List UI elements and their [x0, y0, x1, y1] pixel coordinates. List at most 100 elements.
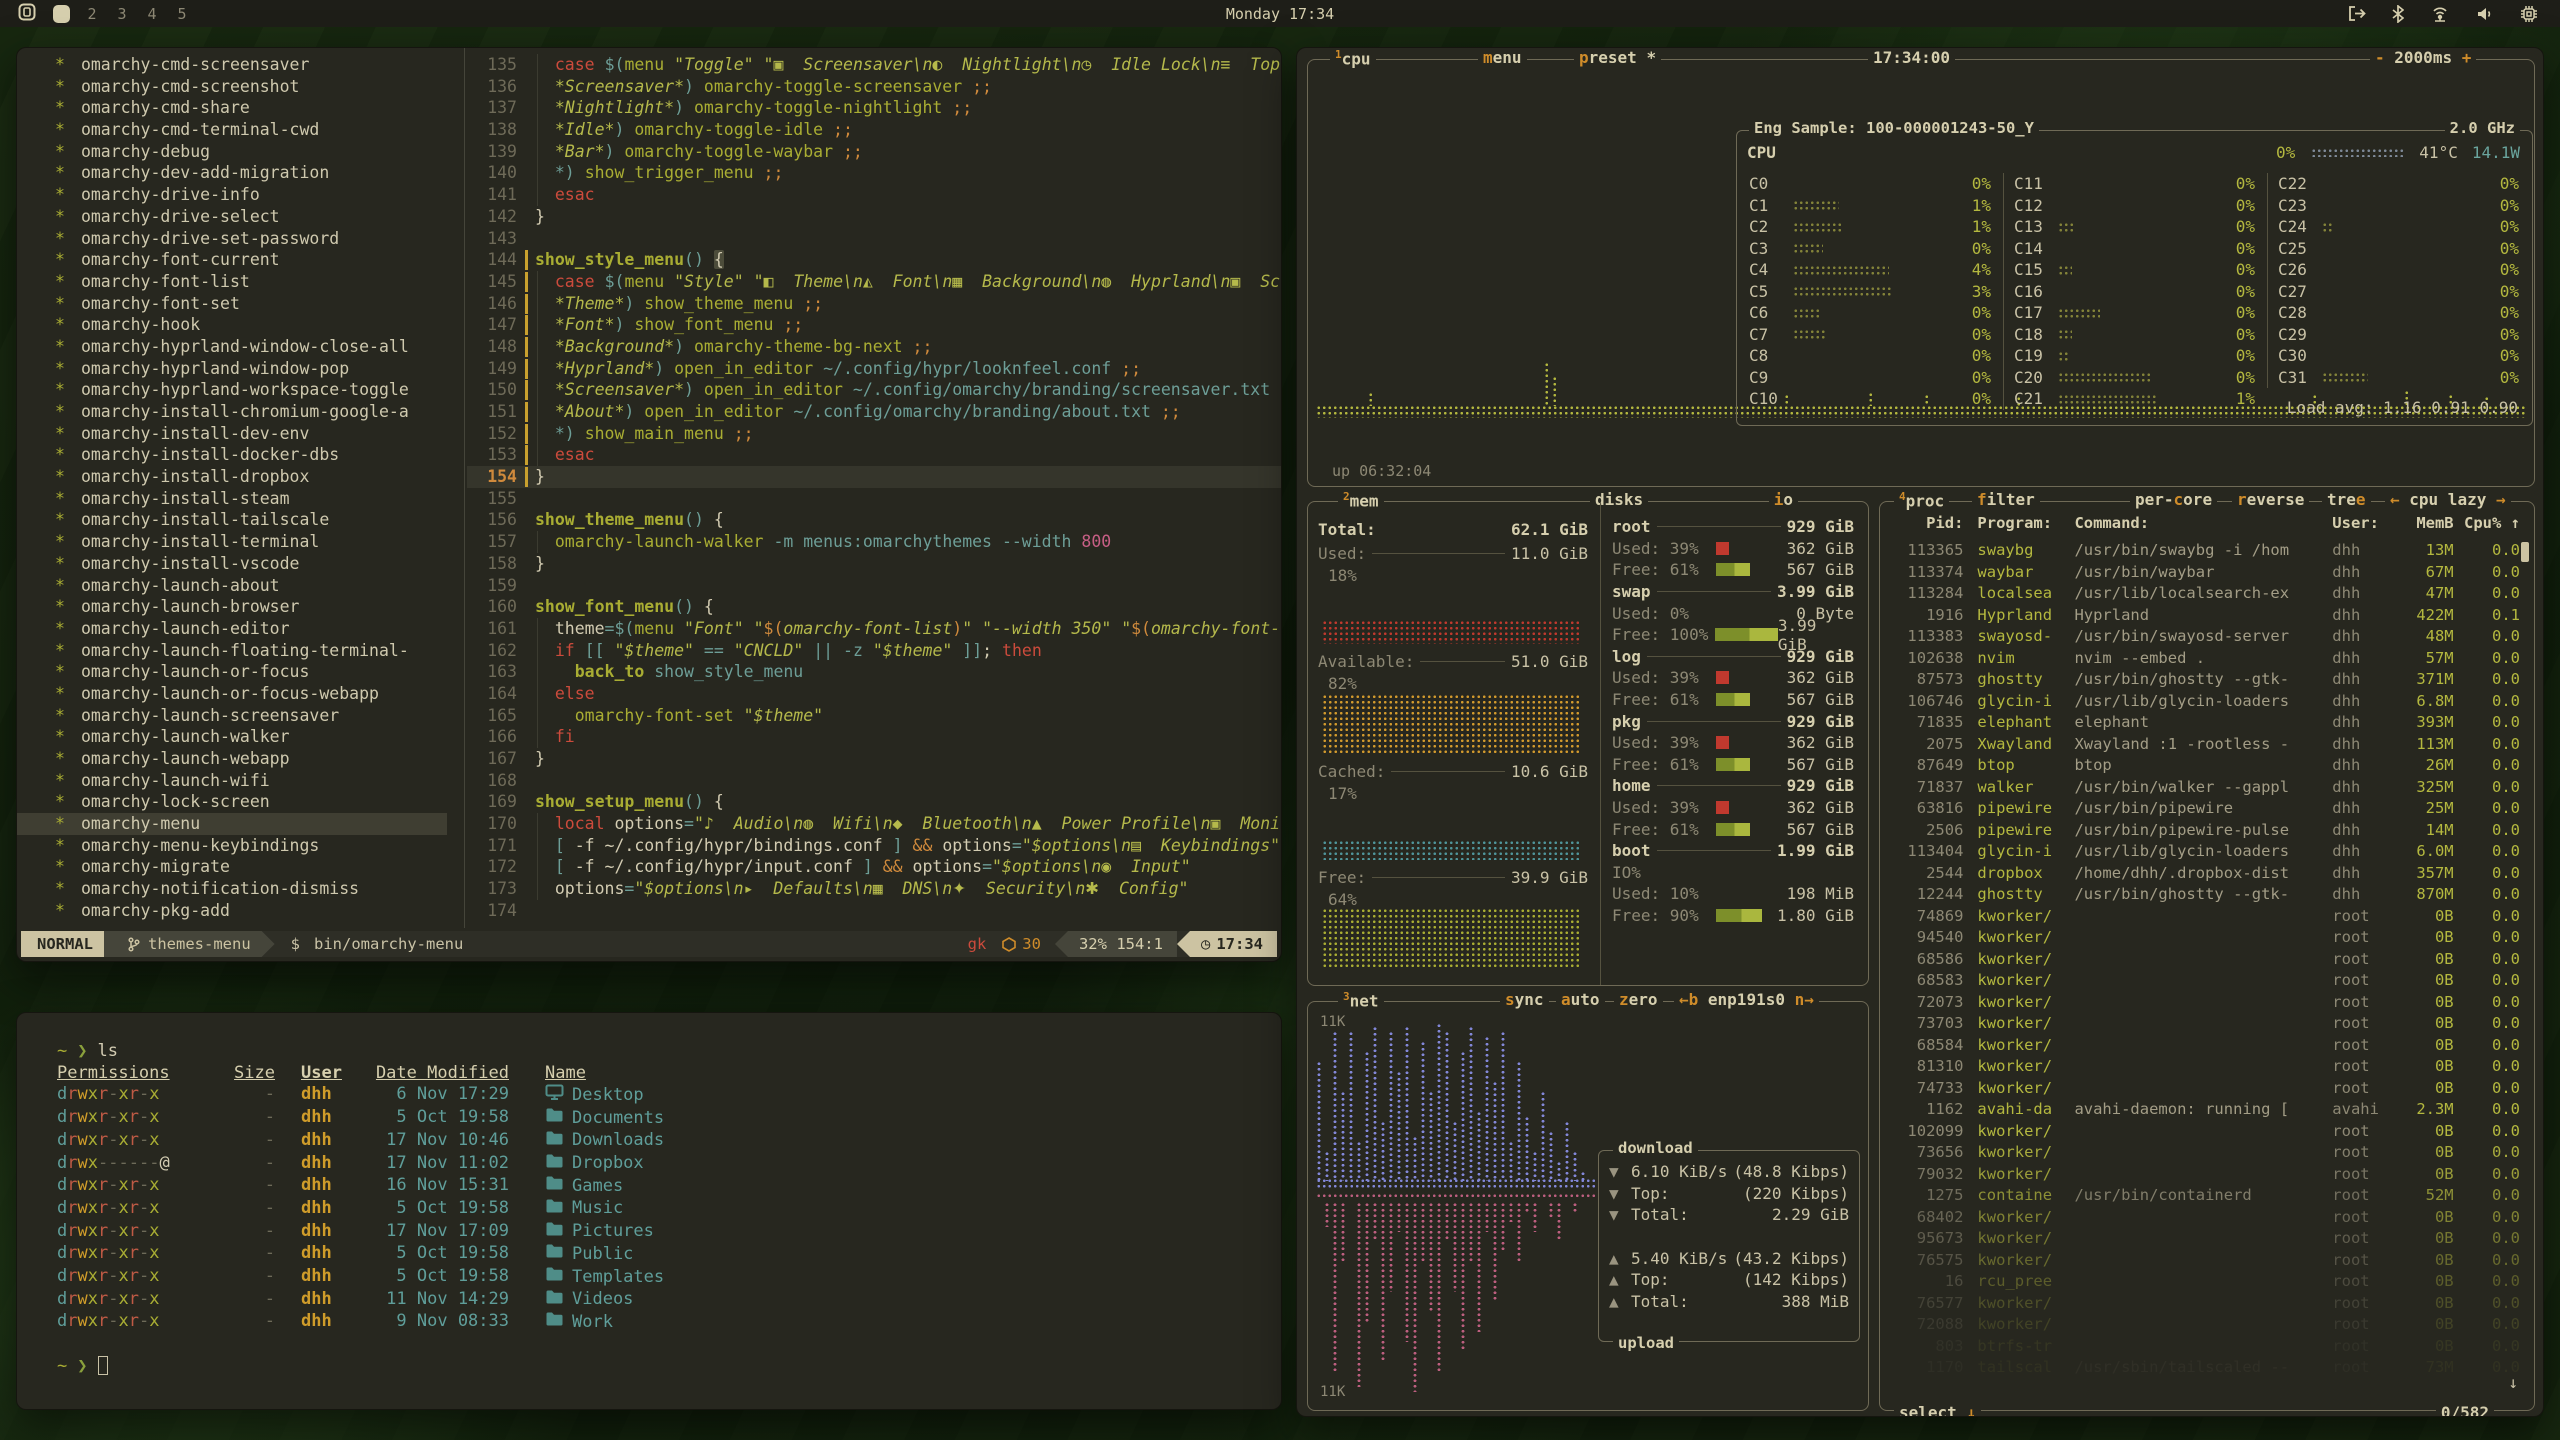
file-item[interactable]: *omarchy-install-tailscale [17, 509, 447, 531]
workspace-1-active[interactable] [53, 5, 70, 23]
process-row[interactable]: 71837walker/usr/bin/walker --gappldhh325… [1880, 777, 2520, 799]
select-button[interactable]: select ↓ [1894, 1403, 1981, 1417]
process-row[interactable]: 16rcu_preeroot0B0.0 [1880, 1271, 2520, 1293]
process-row[interactable]: 74869kworker/root0B0.0 [1880, 906, 2520, 928]
code-line[interactable]: 145 case $(menu "Style" "◧ Theme\n◭ Font… [467, 271, 1281, 293]
file-item[interactable]: *omarchy-launch-webapp [17, 748, 447, 770]
file-item[interactable]: *omarchy-debug [17, 141, 447, 163]
directory-name[interactable]: Work [509, 1311, 613, 1334]
file-item[interactable]: *omarchy-hyprland-window-pop [17, 358, 447, 380]
terminal-window[interactable]: ~❯lsPermissionsSizeUserDate ModifiedName… [16, 1012, 1282, 1410]
process-row[interactable]: 87573ghostty/usr/bin/ghostty --gtk-dhh37… [1880, 669, 2520, 691]
process-row[interactable]: 72088kworker/root0B0.0 [1880, 1314, 2520, 1336]
directory-name[interactable]: Music [509, 1198, 623, 1221]
directory-name[interactable]: Public [509, 1243, 633, 1266]
process-row[interactable]: 68586kworker/root0B0.0 [1880, 949, 2520, 971]
process-row[interactable]: 1162avahi-daavahi-daemon: running [avahi… [1880, 1099, 2520, 1121]
code-line[interactable]: 164 else [467, 683, 1281, 705]
directory-name[interactable]: Templates [509, 1266, 664, 1289]
zero-button[interactable]: zero [1614, 990, 1663, 1009]
directory-name[interactable]: Dropbox [509, 1153, 644, 1176]
process-row[interactable]: 68402kworker/root0B0.0 [1880, 1207, 2520, 1229]
file-item[interactable]: *omarchy-launch-screensaver [17, 705, 447, 727]
code-line[interactable]: 169show_setup_menu() { [467, 791, 1281, 813]
directory-name[interactable]: Desktop [509, 1084, 644, 1107]
file-item[interactable]: *omarchy-launch-or-focus-webapp [17, 683, 447, 705]
process-row[interactable]: 113365swaybg/usr/bin/swaybg -i /homdhh13… [1880, 540, 2520, 562]
preset-button[interactable]: preset * [1574, 48, 1661, 67]
file-item[interactable]: *omarchy-install-terminal [17, 531, 447, 553]
code-line[interactable]: 137 *Nightlight*) omarchy-toggle-nightli… [467, 97, 1281, 119]
scroll-down-arrow[interactable]: ↓ [2508, 1373, 2518, 1392]
chip-icon[interactable] [2520, 5, 2538, 23]
file-item[interactable]: *omarchy-hook [17, 314, 447, 336]
file-item[interactable]: *omarchy-cmd-terminal-cwd [17, 119, 447, 141]
process-row[interactable]: 803btrfs-trroot0B0.0 [1880, 1336, 2520, 1358]
code-line[interactable]: 149 *Hyprland*) open_in_editor ~/.config… [467, 358, 1281, 380]
volume-icon[interactable] [2476, 6, 2494, 22]
process-row[interactable]: 71835elephantelephantdhh393M0.0 [1880, 712, 2520, 734]
code-line[interactable]: 144show_style_menu() { [467, 249, 1281, 271]
tree-button[interactable]: tree [2322, 490, 2371, 509]
process-row[interactable]: 79032kworker/root0B0.0 [1880, 1164, 2520, 1186]
directory-name[interactable]: Documents [509, 1107, 664, 1130]
workspace-3[interactable]: 3 [107, 5, 137, 23]
process-row[interactable]: 94540kworker/root0B0.0 [1880, 927, 2520, 949]
file-item[interactable]: *omarchy-install-dev-env [17, 423, 447, 445]
process-row[interactable]: 102099kworker/root0B0.0 [1880, 1121, 2520, 1143]
process-row[interactable]: 102638nvimnvim --embed .dhh57M0.0 [1880, 648, 2520, 670]
terminal-cursor[interactable] [98, 1356, 108, 1375]
code-line[interactable]: 172 [ -f ~/.config/hypr/input.conf ] && … [467, 856, 1281, 878]
code-line[interactable]: 173 options="$options\n▸ Defaults\n▦ DNS… [467, 878, 1281, 900]
filter-button[interactable]: filter [1972, 490, 2040, 509]
directory-name[interactable]: Videos [509, 1289, 633, 1312]
code-line[interactable]: 155 [467, 488, 1281, 510]
per-core-button[interactable]: per-core [2130, 490, 2217, 509]
process-row[interactable]: 2506pipewire/usr/bin/pipewire-pulsedhh14… [1880, 820, 2520, 842]
file-item[interactable]: *omarchy-launch-or-focus [17, 661, 447, 683]
code-line[interactable]: 151 *About*) open_in_editor ~/.config/om… [467, 401, 1281, 423]
process-row[interactable]: 76577kworker/root0B0.0 [1880, 1293, 2520, 1315]
code-line[interactable]: 168 [467, 770, 1281, 792]
process-row[interactable]: 106746glycin-i/usr/lib/glycin-loadersdhh… [1880, 691, 2520, 713]
code-line[interactable]: 161 theme=$(menu "Font" "$(omarchy-font-… [467, 618, 1281, 640]
process-row[interactable]: 74733kworker/root0B0.0 [1880, 1078, 2520, 1100]
update-interval[interactable]: - 2000ms + [2370, 48, 2476, 67]
code-line[interactable]: 159 [467, 575, 1281, 597]
code-line[interactable]: 152 *) show_main_menu ;; [467, 423, 1281, 445]
code-line[interactable]: 165 omarchy-font-set "$theme" [467, 705, 1281, 727]
file-item[interactable]: *omarchy-cmd-screenshot [17, 76, 447, 98]
file-item[interactable]: *omarchy-launch-about [17, 575, 447, 597]
process-row[interactable]: 73656kworker/root0B0.0 [1880, 1142, 2520, 1164]
file-item[interactable]: *omarchy-font-set [17, 293, 447, 315]
code-line[interactable]: 163 back_to show_style_menu [467, 661, 1281, 683]
menu-button[interactable]: menu [1478, 48, 1527, 67]
code-editor[interactable]: 135 case $(menu "Toggle" "▣ Screensaver\… [467, 54, 1281, 926]
file-item[interactable]: *omarchy-lock-screen [17, 791, 447, 813]
process-row[interactable]: 1916HyprlandHyprlanddhh422M0.1 [1880, 605, 2520, 627]
code-line[interactable]: 156show_theme_menu() { [467, 509, 1281, 531]
file-item[interactable]: *omarchy-install-docker-dbs [17, 444, 447, 466]
file-item[interactable]: *omarchy-cmd-share [17, 97, 447, 119]
process-row[interactable]: 1170tailscal/usr/sbin/tailscaled --root7… [1880, 1357, 2520, 1379]
workspace-5[interactable]: 5 [167, 5, 197, 23]
disks-box-title[interactable]: disks [1590, 490, 1648, 509]
file-item[interactable]: *omarchy-install-chromium-google-a [17, 401, 447, 423]
process-row[interactable]: 113374waybar/usr/bin/waybardhh67M0.0 [1880, 562, 2520, 584]
code-line[interactable]: 166 fi [467, 726, 1281, 748]
code-line[interactable]: 158} [467, 553, 1281, 575]
file-item[interactable]: *omarchy-install-dropbox [17, 466, 447, 488]
process-list[interactable]: 113365swaybg/usr/bin/swaybg -i /homdhh13… [1880, 540, 2520, 1379]
code-line[interactable]: 140 *) show_trigger_menu ;; [467, 162, 1281, 184]
process-row[interactable]: 76575kworker/root0B0.0 [1880, 1250, 2520, 1272]
workspace-2[interactable]: 2 [77, 5, 107, 23]
code-line[interactable]: 148 *Background*) omarchy-theme-bg-next … [467, 336, 1281, 358]
wifi-icon[interactable] [2430, 5, 2450, 22]
process-row[interactable]: 12244ghostty/usr/bin/ghostty --gtk-dhh87… [1880, 884, 2520, 906]
file-item[interactable]: *omarchy-drive-select [17, 206, 447, 228]
sync-button[interactable]: sync [1500, 990, 1549, 1009]
file-item[interactable]: *omarchy-font-current [17, 249, 447, 271]
file-item[interactable]: *omarchy-dev-add-migration [17, 162, 447, 184]
process-row[interactable]: 113383swayosd-/usr/bin/swayosd-serverdhh… [1880, 626, 2520, 648]
sort-column-selector[interactable]: ← cpu lazy → [2385, 490, 2511, 509]
